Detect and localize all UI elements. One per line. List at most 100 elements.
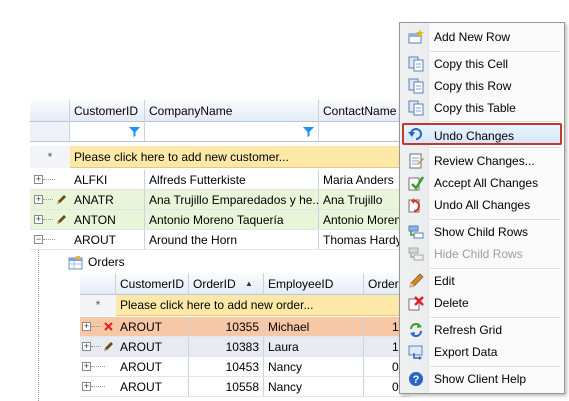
menu-item-show-child-rows[interactable]: Show Child Rows — [402, 221, 562, 243]
edit-icon — [409, 273, 424, 288]
menu-item-label: Refresh Grid — [434, 323, 503, 337]
cell-employeeid[interactable]: Nancy — [264, 357, 364, 376]
add-new-customer-text[interactable]: Please click here to add new customer... — [70, 146, 410, 168]
expand-icon[interactable]: + — [34, 215, 43, 224]
table-row[interactable]: + AROUT 10558 Nancy 06/ — [80, 377, 410, 397]
cell-companyname[interactable]: Ana Trujillo Emparedados y he... — [145, 190, 319, 209]
svg-text:?: ? — [413, 374, 420, 386]
menu-item-label: Hide Child Rows — [434, 247, 523, 261]
export-icon — [408, 345, 423, 360]
column-header-contactname[interactable]: ContactName — [319, 100, 410, 122]
filter-row — [30, 122, 410, 142]
menu-item-label: Export Data — [434, 345, 498, 359]
table-row[interactable]: + ANTON Antonio Moreno Taquería Antonio … — [30, 210, 410, 230]
menu-item-label: Copy this Cell — [434, 57, 509, 71]
expand-icon[interactable]: + — [82, 322, 91, 331]
cell-contactname[interactable]: Ana Trujillo — [319, 190, 410, 209]
customers-grid: CustomerID CompanyName ContactName * Ple… — [30, 100, 410, 401]
column-header-orderid[interactable]: OrderID ▲ — [189, 273, 264, 295]
menu-item-label: Copy this Row — [434, 79, 512, 93]
menu-item-review-changes[interactable]: Review Changes... — [402, 150, 562, 172]
pencil-icon — [104, 342, 113, 351]
delete-mark-icon — [104, 322, 113, 331]
add-new-customer-row[interactable]: * Please click here to add new customer.… — [30, 146, 410, 168]
table-row[interactable]: + AROUT 10383 Laura 12/ — [80, 337, 410, 357]
row-indicator: − — [30, 230, 70, 249]
cell-contactname[interactable]: Thomas Hardy — [319, 230, 410, 249]
table-icon — [68, 256, 83, 270]
menu-item-undo-all-changes[interactable]: Undo All Changes — [402, 194, 562, 216]
undo-icon — [408, 128, 422, 140]
show-child-icon — [408, 225, 424, 239]
orders-tab[interactable]: Orders — [64, 253, 410, 273]
cell-customerid[interactable]: ANTON — [70, 210, 145, 229]
menu-item-export-data[interactable]: Export Data — [402, 341, 562, 363]
menu-item-refresh-grid[interactable]: Refresh Grid — [402, 319, 562, 341]
add-new-order-row[interactable]: * Please click here to add new order... — [80, 295, 410, 316]
cell-companyname[interactable]: Antonio Moreno Taquería — [145, 210, 319, 229]
cell-orderid[interactable]: 10558 — [189, 377, 264, 396]
filter-icon[interactable] — [303, 126, 314, 137]
cell-employeeid[interactable]: Nancy — [264, 377, 364, 396]
filter-cell-contactname[interactable] — [319, 122, 410, 141]
menu-item-copy-row[interactable]: Copy this Row — [402, 75, 562, 97]
orders-grid: CustomerID OrderID ▲ EmployeeID OrderDat… — [80, 273, 410, 401]
cell-customerid[interactable]: AROUT — [116, 377, 189, 396]
cell-contactname[interactable]: Antonio Moreno — [319, 210, 410, 229]
menu-item-show-client-help[interactable]: ? Show Client Help — [402, 368, 562, 390]
orders-tab-label: Orders — [88, 255, 125, 269]
menu-item-delete[interactable]: Delete — [402, 292, 562, 314]
tree-line — [38, 250, 39, 401]
context-menu: Add New Row Copy this Cell Copy this Row… — [399, 22, 565, 394]
menu-item-copy-table[interactable]: Copy this Table — [402, 97, 562, 119]
table-row[interactable]: + AROUT 10355 Michael 11/ — [80, 317, 410, 337]
cell-customerid[interactable]: AROUT — [116, 317, 189, 336]
menu-item-copy-cell[interactable]: Copy this Cell — [402, 53, 562, 75]
add-row-marker: * — [30, 146, 70, 168]
menu-item-label: Copy this Table — [434, 101, 516, 115]
menu-item-accept-all-changes[interactable]: Accept All Changes — [402, 172, 562, 194]
column-header-employeeid[interactable]: EmployeeID — [264, 273, 364, 295]
table-row[interactable]: + ANATR Ana Trujillo Emparedados y he...… — [30, 190, 410, 210]
filter-row-indicator — [30, 122, 70, 141]
column-header-customerid[interactable]: CustomerID — [116, 273, 189, 295]
row-indicator-header — [30, 100, 70, 122]
menu-item-add-new-row[interactable]: Add New Row — [402, 26, 562, 48]
table-row[interactable]: + AROUT 10453 Nancy 02/ — [80, 357, 410, 377]
menu-item-undo-changes[interactable]: Undo Changes — [402, 123, 562, 145]
add-new-order-text[interactable]: Please click here to add new order... — [116, 295, 410, 316]
cell-customerid[interactable]: AROUT — [116, 337, 189, 356]
cell-orderid[interactable]: 10453 — [189, 357, 264, 376]
cell-companyname[interactable]: Around the Horn — [145, 230, 319, 249]
cell-employeeid[interactable]: Michael — [264, 317, 364, 336]
expand-icon[interactable]: + — [82, 362, 91, 371]
row-indicator: + — [80, 377, 116, 396]
cell-employeeid[interactable]: Laura — [264, 337, 364, 356]
filter-cell-customerid[interactable] — [70, 122, 145, 141]
cell-companyname[interactable]: Alfreds Futterkiste — [145, 170, 319, 189]
expand-icon[interactable]: + — [82, 382, 91, 391]
table-row[interactable]: + ALFKI Alfreds Futterkiste Maria Anders — [30, 170, 410, 190]
cell-customerid[interactable]: AROUT — [70, 230, 145, 249]
filter-icon[interactable] — [129, 126, 140, 137]
cell-customerid[interactable]: AROUT — [116, 357, 189, 376]
menu-item-hide-child-rows[interactable]: Hide Child Rows — [402, 243, 562, 265]
column-header-customerid[interactable]: CustomerID — [70, 100, 145, 122]
sort-ascending-icon: ▲ — [245, 279, 253, 288]
cell-orderid[interactable]: 10383 — [189, 337, 264, 356]
row-indicator: + — [80, 337, 116, 356]
filter-cell-companyname[interactable] — [145, 122, 319, 141]
cell-orderid[interactable]: 10355 — [189, 317, 264, 336]
expand-icon[interactable]: + — [34, 175, 43, 184]
cell-contactname[interactable]: Maria Anders — [319, 170, 410, 189]
cell-customerid[interactable]: ALFKI — [70, 170, 145, 189]
expand-icon[interactable]: + — [34, 195, 43, 204]
collapse-icon[interactable]: − — [34, 235, 43, 244]
row-indicator: + — [30, 170, 70, 189]
row-indicator-header — [80, 273, 116, 295]
column-header-companyname[interactable]: CompanyName — [145, 100, 319, 122]
cell-customerid[interactable]: ANATR — [70, 190, 145, 209]
menu-item-edit[interactable]: Edit — [402, 270, 562, 292]
expand-icon[interactable]: + — [82, 342, 91, 351]
table-row[interactable]: − AROUT Around the Horn Thomas Hardy — [30, 230, 410, 250]
